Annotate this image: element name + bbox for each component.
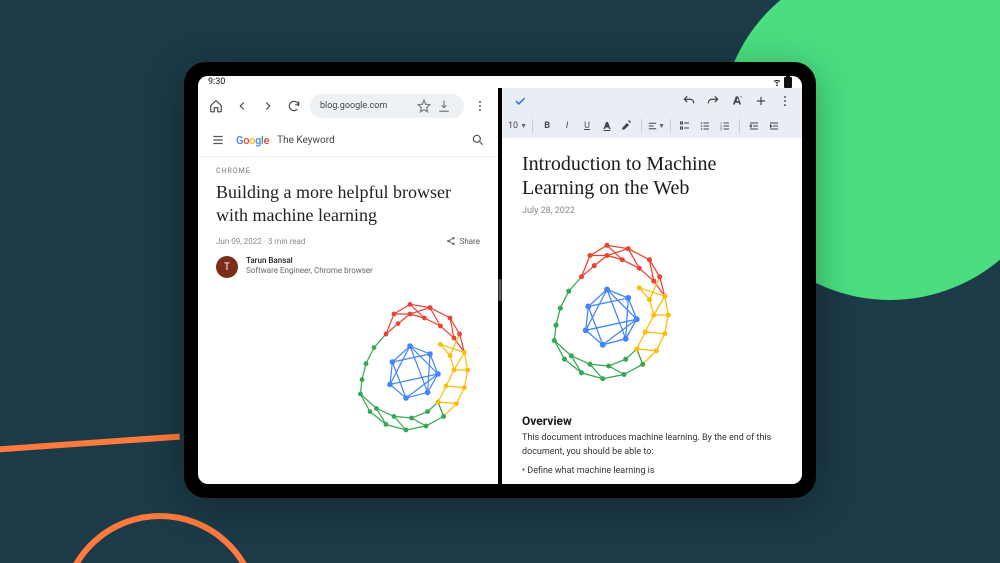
more-vert-icon[interactable] — [776, 92, 794, 110]
chevron-down-icon: ▼ — [520, 122, 527, 130]
split-view: blog.google.com Google The Keyword CHROM… — [198, 88, 802, 484]
underline-icon[interactable]: U — [578, 117, 596, 135]
italic-icon[interactable]: I — [558, 117, 576, 135]
url-bar[interactable]: blog.google.com — [310, 94, 464, 118]
chrome-pane: blog.google.com Google The Keyword CHROM… — [198, 88, 498, 484]
docs-actions — [680, 92, 794, 110]
bg-decor-arc — [60, 513, 260, 563]
bold-icon[interactable]: B — [538, 117, 556, 135]
hero-image — [216, 290, 480, 450]
checklist-icon[interactable] — [676, 117, 694, 135]
keyword-title: The Keyword — [277, 135, 335, 146]
article-category: CHROME — [216, 167, 480, 175]
forward-icon[interactable] — [258, 96, 278, 116]
keyword-header: Google The Keyword — [198, 124, 498, 157]
docs-pane: 10 ▼ B I U ▼ 123 — [502, 88, 802, 484]
more-icon[interactable] — [470, 96, 490, 116]
wifi-icon — [772, 77, 782, 87]
article-headline: Building a more helpful browser with mac… — [216, 181, 480, 226]
doc-page[interactable]: Introduction to Machine Learning on the … — [502, 138, 802, 484]
redo-icon[interactable] — [704, 92, 722, 110]
chrome-toolbar: blog.google.com — [198, 88, 498, 124]
docs-toolbar: 10 ▼ B I U ▼ 123 — [502, 114, 802, 138]
doc-date: July 28, 2022 — [522, 206, 782, 216]
battery-icon — [784, 76, 792, 88]
author-name: Tarun Bansal — [246, 256, 373, 266]
done-icon[interactable] — [510, 91, 530, 111]
chrome-network-graphic — [522, 230, 692, 400]
align-icon[interactable]: ▼ — [647, 117, 665, 135]
bullet-list-icon[interactable] — [696, 117, 714, 135]
avatar: T — [216, 256, 238, 278]
author-text: Tarun Bansal Software Engineer, Chrome b… — [246, 256, 373, 278]
author-role: Software Engineer, Chrome browser — [246, 266, 373, 275]
font-size-picker[interactable]: 10 ▼ — [508, 121, 527, 131]
bg-decor-line — [0, 434, 180, 457]
share-button[interactable]: Share — [446, 236, 480, 246]
star-icon[interactable] — [414, 96, 434, 116]
split-divider[interactable] — [498, 88, 502, 484]
docs-titlebar — [502, 88, 802, 114]
svg-text:3: 3 — [720, 128, 722, 132]
text-format-icon[interactable] — [728, 92, 746, 110]
undo-icon[interactable] — [680, 92, 698, 110]
doc-bullet: • Define what machine learning is — [522, 465, 782, 479]
status-icons — [772, 76, 792, 88]
chrome-network-graphic — [330, 290, 490, 450]
font-size-value: 10 — [508, 121, 518, 131]
highlight-icon[interactable] — [618, 117, 636, 135]
docs-header: 10 ▼ B I U ▼ 123 — [502, 88, 802, 138]
text-color-icon[interactable] — [598, 117, 616, 135]
insert-icon[interactable] — [752, 92, 770, 110]
url-text: blog.google.com — [320, 101, 414, 111]
back-icon[interactable] — [232, 96, 252, 116]
search-icon[interactable] — [468, 130, 488, 150]
download-icon[interactable] — [434, 96, 454, 116]
doc-overview-body: This document introduces machine learnin… — [522, 432, 782, 459]
menu-icon[interactable] — [208, 130, 228, 150]
doc-hero-image — [522, 230, 782, 404]
indent-decrease-icon[interactable] — [745, 117, 763, 135]
indent-increase-icon[interactable] — [765, 117, 783, 135]
status-bar: 9:30 — [198, 76, 802, 88]
doc-bullet-text: Define what machine learning is — [527, 466, 654, 476]
share-label: Share — [460, 237, 480, 246]
screen: 9:30 blog.google.com — [198, 76, 802, 484]
article-meta: Jun 09, 2022 · 3 min read Share — [216, 236, 480, 246]
status-time: 9:30 — [208, 77, 225, 87]
numbered-list-icon[interactable]: 123 — [716, 117, 734, 135]
doc-title: Introduction to Machine Learning on the … — [522, 152, 782, 200]
article: CHROME Building a more helpful browser w… — [198, 157, 498, 450]
article-date: Jun 09, 2022 · 3 min read — [216, 237, 305, 246]
tablet-frame: 9:30 blog.google.com — [184, 62, 816, 498]
doc-overview-heading: Overview — [522, 414, 782, 428]
home-icon[interactable] — [206, 96, 226, 116]
google-logo: Google — [236, 134, 269, 147]
share-icon — [446, 236, 456, 246]
reload-icon[interactable] — [284, 96, 304, 116]
author-block: T Tarun Bansal Software Engineer, Chrome… — [216, 256, 480, 278]
